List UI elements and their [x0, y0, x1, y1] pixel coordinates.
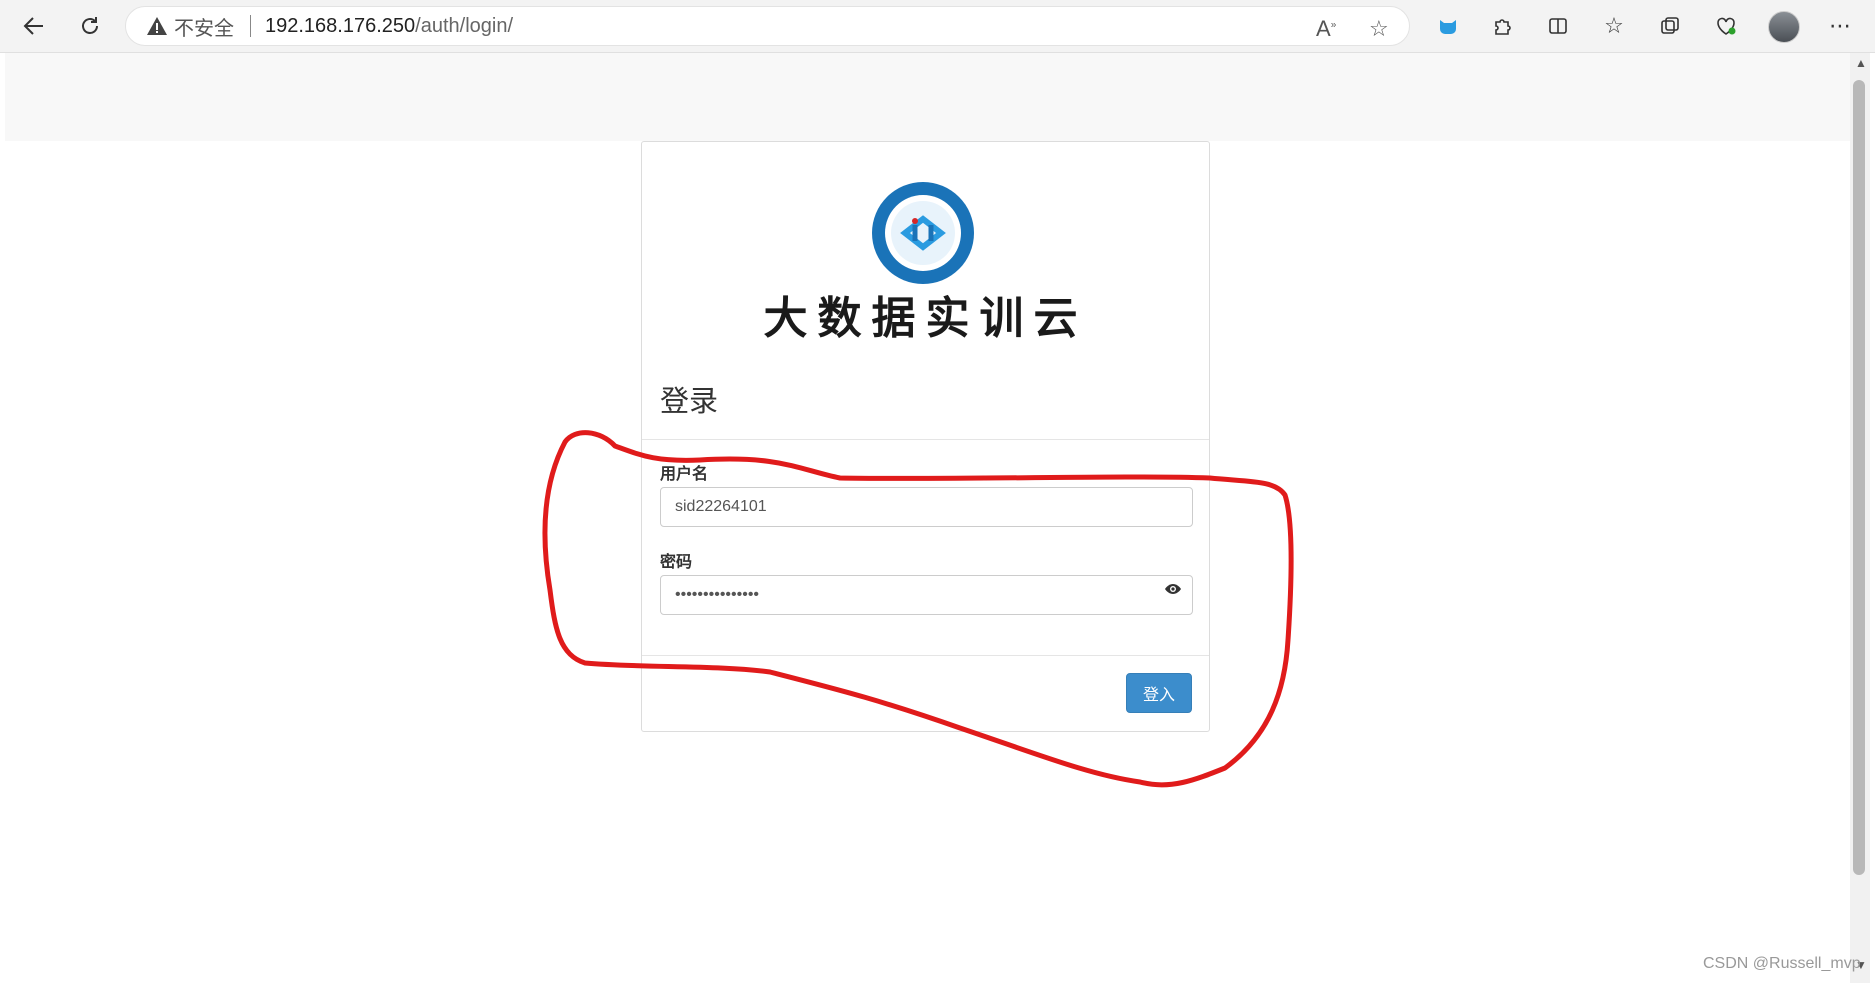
- collections-icon[interactable]: [1656, 12, 1684, 40]
- url-path[interactable]: /auth/login/: [415, 15, 513, 38]
- address-separator: [250, 15, 251, 37]
- scrollbar-thumb[interactable]: [1853, 80, 1865, 875]
- favorites-icon[interactable]: ☆: [1600, 12, 1628, 40]
- browser-toolbar: 不安全 192.168.176.250/auth/login/ A» ☆ ☆ ⋯: [0, 0, 1875, 53]
- watermark: CSDN @Russell_mvp: [1703, 955, 1861, 972]
- password-input[interactable]: [660, 575, 1193, 615]
- profile-avatar[interactable]: [1768, 11, 1800, 43]
- url-host[interactable]: 192.168.176.250: [265, 15, 415, 38]
- warning-icon[interactable]: [146, 15, 168, 37]
- address-bar[interactable]: 不安全 192.168.176.250/auth/login/ A» ☆: [125, 6, 1410, 46]
- security-status[interactable]: 不安全: [174, 12, 234, 41]
- school-logo: [872, 182, 974, 284]
- show-password-eye-icon[interactable]: [1164, 580, 1182, 598]
- login-submit-button[interactable]: 登入: [1126, 673, 1192, 713]
- username-label: 用户名: [660, 466, 709, 483]
- panel-divider: [642, 439, 1209, 440]
- page-header-band: [5, 53, 1850, 141]
- panel-footer-divider: [642, 655, 1209, 656]
- favorite-star-icon[interactable]: ☆: [1369, 16, 1389, 42]
- password-label: 密码: [660, 554, 693, 571]
- username-input[interactable]: [660, 487, 1193, 527]
- extensions-puzzle-icon[interactable]: [1488, 12, 1516, 40]
- login-panel: 大数据实训云 登录 用户名 密码 登入: [641, 141, 1210, 732]
- split-screen-icon[interactable]: [1544, 12, 1572, 40]
- extension-cat-icon[interactable]: [1434, 12, 1462, 40]
- more-menu-icon[interactable]: ⋯: [1826, 12, 1854, 40]
- back-icon[interactable]: [16, 8, 52, 44]
- scroll-up-icon[interactable]: ▲: [1855, 56, 1867, 70]
- refresh-icon[interactable]: [72, 8, 108, 44]
- site-title: 大数据实训云: [763, 293, 1088, 344]
- login-heading: 登录: [660, 386, 719, 418]
- read-aloud-icon[interactable]: A»: [1316, 16, 1336, 42]
- browser-essentials-icon[interactable]: [1712, 12, 1740, 40]
